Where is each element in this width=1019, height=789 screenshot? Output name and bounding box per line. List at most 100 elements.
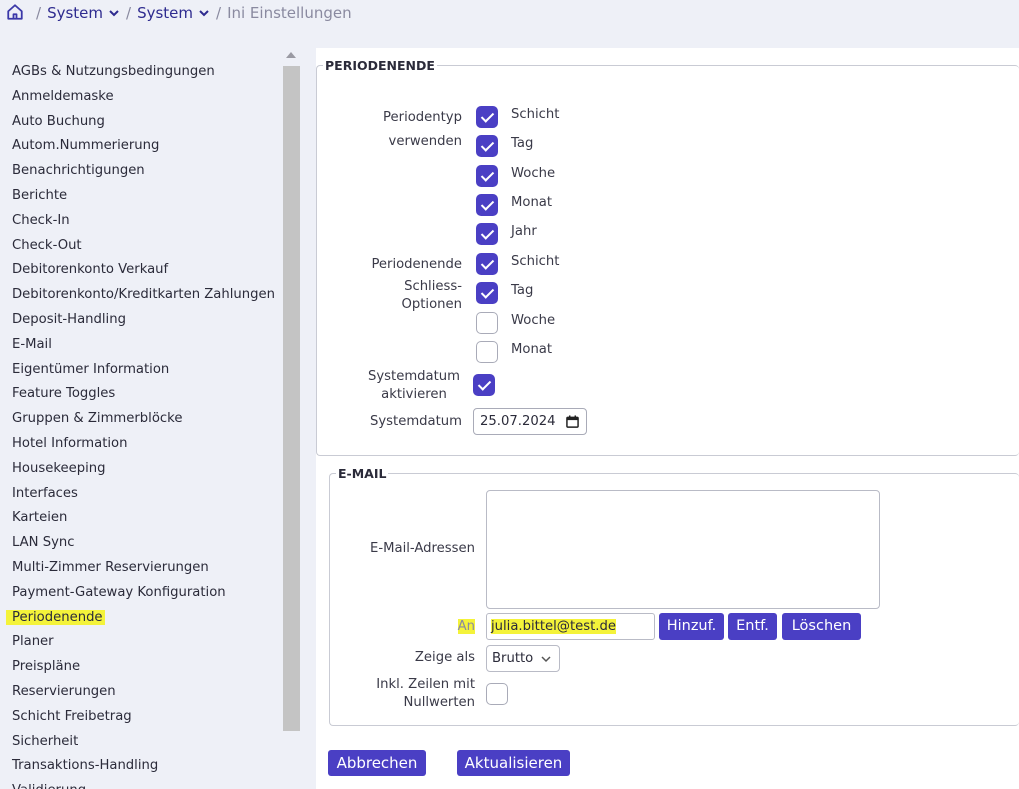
sidebar-item-label: Periodenende [6,609,105,625]
systemdatum-aktivieren-checkbox[interactable] [473,374,495,396]
breadcrumb-item-system-1[interactable]: System [47,4,120,22]
sidebar-item[interactable]: Karteien [0,506,280,531]
sidebar-item[interactable]: Autom.Nummerierung [0,134,280,159]
nullwerte-checkbox[interactable] [486,683,508,705]
sidebar-scrollbar[interactable] [283,48,300,789]
sidebar-item[interactable]: LAN Sync [0,531,280,556]
periodentyp-checkbox[interactable] [476,135,498,158]
sidebar-item-label: Validierung [12,783,86,789]
schliess-option-label: Woche [511,312,556,328]
scroll-up-arrow-icon[interactable] [286,52,296,58]
chevron-down-icon [199,10,209,17]
sidebar-item-label: Berichte [12,187,68,203]
sidebar-item-label: Gruppen & Zimmerblöcke [12,411,183,427]
sidebar-item-label: Anmeldemaske [12,88,114,104]
zeige-als-value: Brutto [492,651,534,666]
sidebar-item[interactable]: Transaktions-Handling [0,754,280,779]
sidebar-item[interactable]: Benachrichtigungen [0,159,280,184]
breadcrumb-separator: / [36,4,42,22]
sidebar-item[interactable]: Validierung [0,779,280,789]
delete-email-button[interactable]: Löschen [782,613,861,640]
periodenende-legend: PERIODENENDE [325,58,435,73]
systemdatum-aktivieren-line1: Systemdatum [367,369,460,384]
sidebar-item-label: Sicherheit [12,733,79,749]
sidebar-item[interactable]: Reservierungen [0,680,280,705]
sidebar-item-label: Karteien [12,510,68,526]
periodentyp-checkbox[interactable] [476,223,498,246]
sidebar-item[interactable]: Sicherheit [0,730,280,755]
sidebar-item-label: Feature Toggles [12,386,116,402]
schliess-label-line2: Schliess-Optionen [401,279,462,312]
sidebar-item-label: E-Mail [12,336,52,352]
periodentyp-checkbox[interactable] [476,106,498,128]
sidebar-item-label: Housekeeping [12,460,106,476]
sidebar-item[interactable]: Debitorenkonto/Kreditkarten Zahlungen [0,283,280,308]
nullwerte-label-line1: Inkl. Zeilen mit [376,677,475,692]
systemdatum-date-input[interactable]: 25.07.2024 [473,408,587,435]
schliess-checkbox[interactable] [476,253,498,275]
sidebar-item[interactable]: Housekeeping [0,457,280,482]
systemdatum-value: 25.07.2024 [480,414,556,429]
periodentyp-option-label: Monat [511,194,553,210]
schliess-checkbox[interactable] [476,340,498,363]
email-legend: E-MAIL [338,466,387,481]
sidebar-item[interactable]: Hotel Information [0,432,280,457]
sidebar-item[interactable]: Anmeldemaske [0,85,280,110]
chevron-down-icon [109,10,119,17]
add-email-button[interactable]: Hinzuf. [659,613,724,640]
sidebar-item[interactable]: Schicht Freibetrag [0,705,280,730]
sidebar-item[interactable]: Payment-Gateway Konfiguration [0,581,280,606]
sidebar-item[interactable]: Auto Buchung [0,110,280,135]
sidebar-item[interactable]: Periodenende [0,606,280,631]
sidebar-item[interactable]: Interfaces [0,482,280,507]
sidebar-item[interactable]: Debitorenkonto Verkauf [0,258,280,283]
systemdatum-aktivieren-label: Systemdatum aktivieren [366,368,462,404]
update-button[interactable]: Aktualisieren [457,750,570,776]
sidebar-item[interactable]: AGBs & Nutzungsbedingungen [0,60,280,85]
sidebar-item[interactable]: Multi-Zimmer Reservierungen [0,556,280,581]
sidebar-item-label: Schicht Freibetrag [12,708,132,724]
sidebar-item[interactable]: Check-In [0,209,280,234]
sidebar-item-label: Debitorenkonto/Kreditkarten Zahlungen [12,287,275,303]
email-adressen-label: E-Mail-Adressen [370,541,475,556]
periodentyp-checkbox[interactable] [476,193,498,216]
schliess-checkbox[interactable] [476,311,498,334]
breadcrumb-current: Ini Einstellungen [227,4,352,22]
sidebar-item[interactable]: Preispläne [0,655,280,680]
sidebar-item[interactable]: Planer [0,630,280,655]
sidebar-item-label: Check-Out [12,237,82,253]
an-label: An [436,618,475,636]
sidebar-item[interactable]: Berichte [0,184,280,209]
sidebar-item[interactable]: E-Mail [0,333,280,358]
systemdatum-aktivieren-line2: aktivieren [381,387,447,402]
periodentyp-checkbox[interactable] [476,164,498,187]
sidebar-item[interactable]: Check-Out [0,234,280,259]
schliess-optionen-label: Periodenende Schliess-Optionen [356,256,462,314]
zeige-als-label: Zeige als [414,650,475,665]
scroll-thumb[interactable] [283,66,300,731]
sidebar-item[interactable]: Deposit-Handling [0,308,280,333]
email-adressen-textarea[interactable] [486,490,880,609]
calendar-icon[interactable] [566,415,579,428]
sidebar-item-label: Debitorenkonto Verkauf [12,262,169,278]
home-icon[interactable] [6,3,24,21]
an-email-value: julia.bittel@test.de [491,619,616,634]
sidebar-item[interactable]: Eigentümer Information [0,358,280,383]
sidebar-item[interactable]: Gruppen & Zimmerblöcke [0,407,280,432]
chevron-down-icon [541,656,551,663]
sidebar-item-label: AGBs & Nutzungsbedingungen [12,64,215,79]
sidebar-item[interactable]: Feature Toggles [0,382,280,407]
an-email-input[interactable]: julia.bittel@test.de [486,613,655,640]
remove-email-button[interactable]: Entf. [728,613,777,640]
cancel-button[interactable]: Abbrechen [328,750,426,776]
periodentyp-option-label: Tag [511,136,534,152]
breadcrumb-item-label: System [47,4,103,22]
sidebar-item-label: Preispläne [12,659,81,675]
zeige-als-select[interactable]: Brutto [486,645,560,672]
schliess-checkbox[interactable] [476,282,498,305]
breadcrumb-item-system-2[interactable]: System [137,4,210,22]
periodentyp-label-line1: Periodentyp [383,110,462,125]
breadcrumb: / System / System / Ini Einstellungen [6,0,352,26]
sidebar-item-label: Benachrichtigungen [12,163,145,179]
breadcrumb-item-label: System [137,4,193,22]
